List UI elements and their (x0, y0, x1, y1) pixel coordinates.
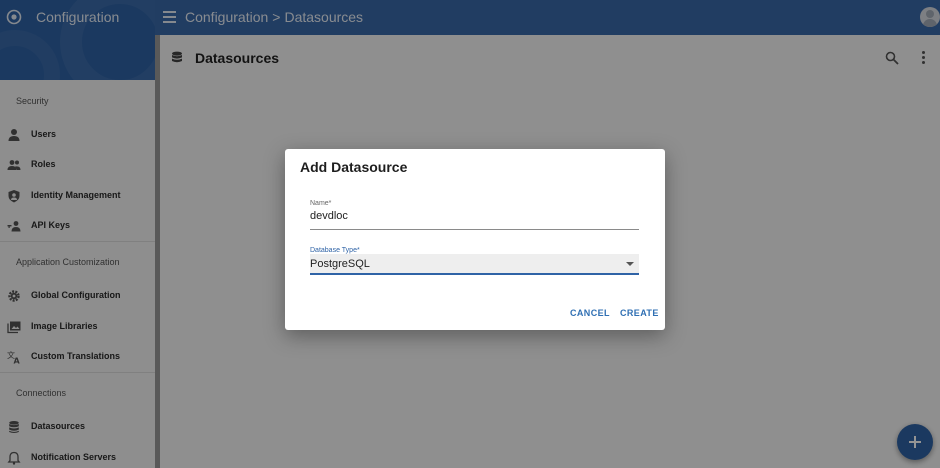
database-type-field: Database Type* PostgreSQL (310, 247, 639, 277)
database-type-label: Database Type* (310, 247, 360, 254)
name-field-label: Name* (310, 200, 332, 207)
name-field-underline (310, 229, 639, 230)
database-type-value[interactable]: PostgreSQL (310, 258, 639, 270)
database-type-underline (310, 273, 639, 275)
chevron-down-icon[interactable] (626, 262, 634, 266)
name-input[interactable] (310, 210, 639, 222)
dialog-title: Add Datasource (300, 159, 408, 175)
add-datasource-dialog: Add Datasource Name* Database Type* Post… (285, 149, 665, 330)
cancel-button[interactable]: CANCEL (570, 308, 610, 318)
create-button[interactable]: CREATE (620, 308, 659, 318)
name-field: Name* (310, 200, 639, 230)
